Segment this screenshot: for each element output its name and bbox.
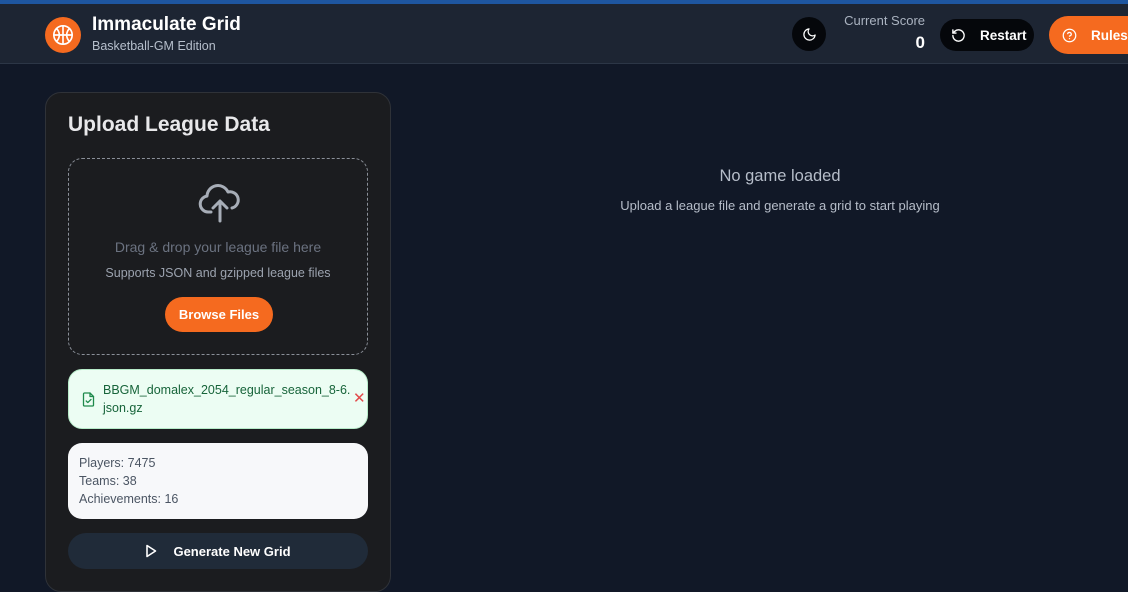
- cloud-upload-icon: [198, 184, 240, 223]
- generate-grid-label: Generate New Grid: [173, 543, 291, 559]
- restart-label: Restart: [980, 27, 1027, 43]
- league-stats-card: Players: 7475 Teams: 38 Achievements: 16: [68, 443, 368, 519]
- browse-files-button[interactable]: Browse Files: [165, 297, 273, 332]
- file-check-icon: [82, 392, 95, 407]
- game-area: No game loaded Upload a league file and …: [420, 64, 1128, 592]
- close-icon[interactable]: ✕: [353, 391, 366, 406]
- app-header: Immaculate Grid Basketball-GM Edition Cu…: [0, 4, 1128, 64]
- achievements-count: Achievements: 16: [79, 492, 179, 506]
- moon-icon: [802, 27, 816, 41]
- rules-label: Rules: [1091, 27, 1128, 43]
- restart-button[interactable]: Restart: [940, 19, 1034, 51]
- empty-state-title: No game loaded: [719, 167, 841, 185]
- uploaded-file-card: BBGM_domalex_2054_regular_season_8-6.jso…: [68, 369, 368, 429]
- rotate-ccw-icon: [952, 28, 965, 42]
- upload-panel-title: Upload League Data: [68, 113, 270, 136]
- basketball-icon: [45, 17, 81, 53]
- help-circle-icon: [1062, 28, 1077, 42]
- dropzone-text: Drag & drop your league file here: [114, 239, 322, 255]
- teams-count: Teams: 38: [79, 474, 137, 488]
- score-value: 0: [915, 33, 925, 52]
- app-title: Immaculate Grid: [92, 14, 241, 35]
- score-label: Current Score: [844, 13, 925, 28]
- upload-panel: Upload League Data Drag & drop your leag…: [45, 92, 391, 592]
- play-icon: [146, 544, 157, 558]
- dropzone-support-text: Supports JSON and gzipped league files: [105, 266, 331, 280]
- uploaded-file-name: BBGM_domalex_2054_regular_season_8-6.jso…: [103, 383, 351, 415]
- file-dropzone[interactable]: Drag & drop your league file here Suppor…: [68, 158, 368, 355]
- generate-grid-button[interactable]: Generate New Grid: [68, 533, 368, 569]
- players-count: Players: 7475: [79, 456, 156, 470]
- rules-button[interactable]: Rules: [1049, 16, 1128, 54]
- app-subtitle: Basketball-GM Edition: [92, 39, 216, 53]
- empty-state-subtitle: Upload a league file and generate a grid…: [620, 198, 940, 213]
